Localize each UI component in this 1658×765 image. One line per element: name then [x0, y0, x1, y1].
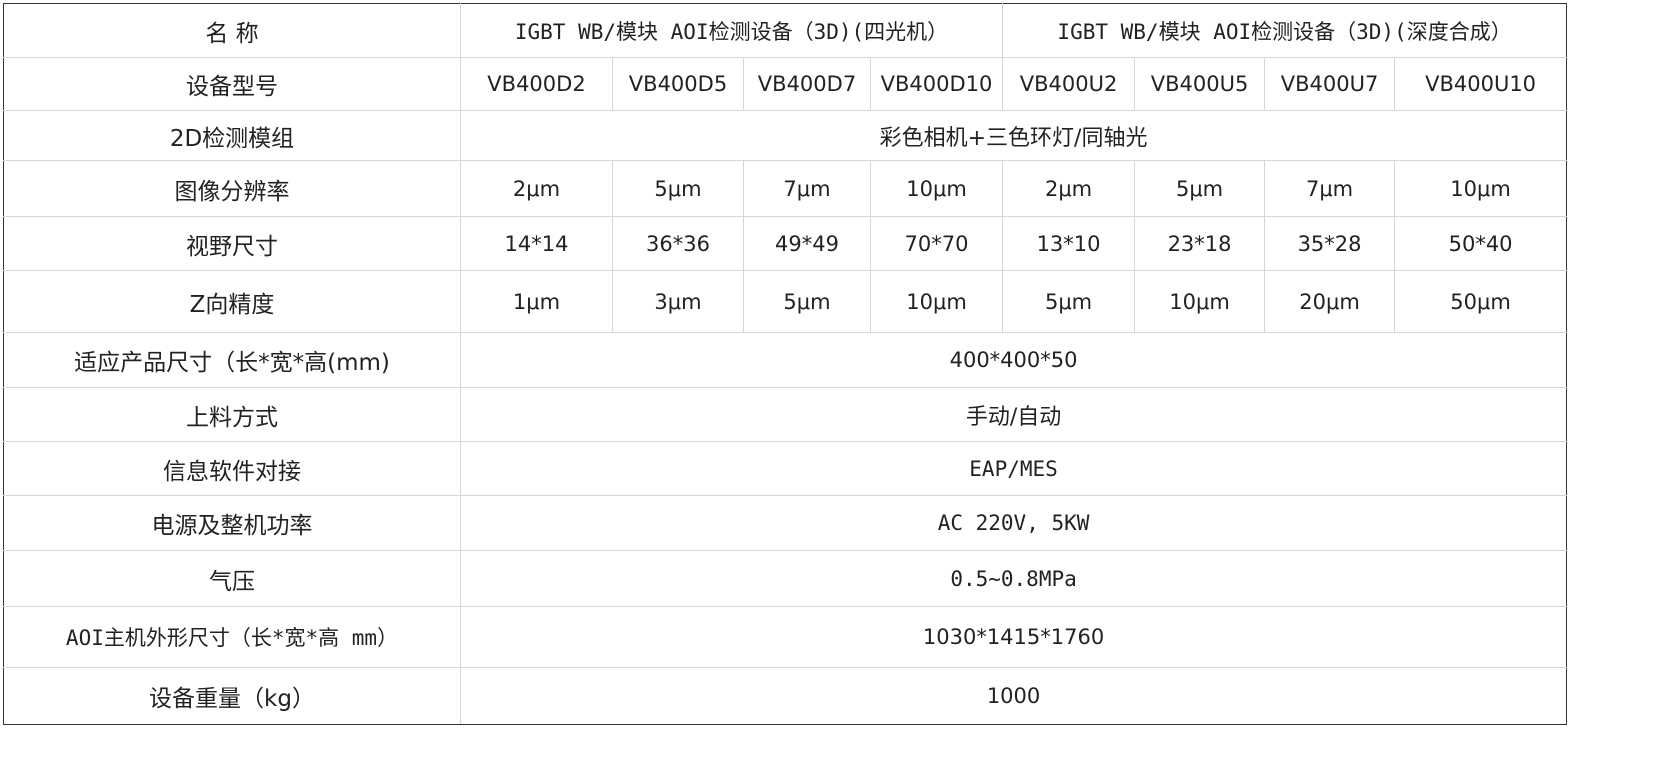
model-label: 设备型号: [3, 57, 461, 111]
z-accuracy-cell: 10μm: [1134, 270, 1266, 333]
model-cell: VB400D2: [460, 57, 613, 111]
fov-cell: 36*36: [612, 216, 744, 271]
group-header-four-light: IGBT WB/模块 AOI检测设备（3D)(四光机）: [459, 3, 1004, 58]
z-accuracy-cell: 5μm: [743, 270, 871, 333]
fov-cell: 23*18: [1134, 216, 1266, 271]
module-2d-label: 2D检测模组: [3, 110, 461, 161]
loading-label: 上料方式: [3, 387, 461, 442]
weight-row: 设备重量（kg） 1000: [3, 667, 1568, 725]
power-value: AC 220V, 5KW: [459, 495, 1568, 551]
resolution-cell: 7μm: [743, 160, 871, 217]
software-label: 信息软件对接: [3, 441, 461, 496]
fov-label: 视野尺寸: [3, 216, 461, 271]
loading-row: 上料方式 手动/自动: [3, 387, 1568, 442]
model-cell: VB400U7: [1264, 57, 1396, 111]
fov-cell: 35*28: [1264, 216, 1396, 271]
resolution-cell: 7μm: [1264, 160, 1396, 217]
z-accuracy-row: Z向精度 1μm 3μm 5μm 10μm 5μm 10μm 20μm 50μm: [3, 270, 1568, 333]
z-accuracy-cell: 10μm: [869, 270, 1004, 333]
fov-cell: 50*40: [1394, 216, 1568, 271]
air-pressure-label: 气压: [3, 550, 461, 607]
software-row: 信息软件对接 EAP/MES: [3, 441, 1568, 496]
fov-cell: 14*14: [460, 216, 613, 271]
fov-cell: 13*10: [1002, 216, 1136, 271]
software-value: EAP/MES: [459, 441, 1568, 496]
model-cell: VB400D10: [869, 57, 1004, 111]
product-size-value: 400*400*50: [459, 332, 1568, 388]
header-label: 名 称: [3, 3, 461, 58]
weight-value: 1000: [459, 667, 1568, 725]
air-pressure-value: 0.5~0.8MPa: [459, 550, 1568, 607]
air-pressure-row: 气压 0.5~0.8MPa: [3, 550, 1568, 607]
model-cell: VB400U10: [1394, 57, 1568, 111]
resolution-cell: 2μm: [460, 160, 613, 217]
fov-row: 视野尺寸 14*14 36*36 49*49 70*70 13*10 23*18…: [3, 216, 1568, 271]
power-row: 电源及整机功率 AC 220V, 5KW: [3, 495, 1568, 551]
z-accuracy-cell: 20μm: [1264, 270, 1396, 333]
resolution-cell: 5μm: [1134, 160, 1266, 217]
resolution-cell: 2μm: [1002, 160, 1136, 217]
model-cell: VB400U5: [1134, 57, 1266, 111]
model-cell: VB400D5: [612, 57, 744, 111]
product-size-label: 适应产品尺寸（长*宽*高(mm): [3, 332, 461, 388]
resolution-cell: 10μm: [1394, 160, 1568, 217]
model-cell: VB400U2: [1002, 57, 1136, 111]
weight-label: 设备重量（kg）: [3, 667, 461, 725]
power-label: 电源及整机功率: [3, 495, 461, 551]
module-2d-row: 2D检测模组 彩色相机+三色环灯/同轴光: [3, 110, 1568, 161]
z-accuracy-cell: 5μm: [1002, 270, 1136, 333]
loading-value: 手动/自动: [459, 387, 1568, 442]
machine-size-value: 1030*1415*1760: [459, 606, 1568, 668]
z-accuracy-cell: 3μm: [612, 270, 744, 333]
model-row: 设备型号 VB400D2 VB400D5 VB400D7 VB400D10 VB…: [3, 57, 1568, 111]
fov-cell: 70*70: [869, 216, 1004, 271]
fov-cell: 49*49: [743, 216, 871, 271]
resolution-cell: 10μm: [869, 160, 1004, 217]
z-accuracy-cell: 50μm: [1394, 270, 1568, 333]
model-cell: VB400D7: [743, 57, 871, 111]
resolution-label: 图像分辨率: [3, 160, 461, 217]
z-accuracy-label: Z向精度: [3, 270, 461, 333]
product-size-row: 适应产品尺寸（长*宽*高(mm) 400*400*50: [3, 332, 1568, 388]
resolution-row: 图像分辨率 2μm 5μm 7μm 10μm 2μm 5μm 7μm 10μm: [3, 160, 1568, 217]
group-header-depth: IGBT WB/模块 AOI检测设备（3D)(深度合成）: [1002, 3, 1568, 58]
machine-size-row: AOI主机外形尺寸（长*宽*高 mm） 1030*1415*1760: [3, 606, 1568, 668]
module-2d-value: 彩色相机+三色环灯/同轴光: [459, 110, 1568, 161]
machine-size-label: AOI主机外形尺寸（长*宽*高 mm）: [3, 606, 461, 668]
header-row: 名 称 IGBT WB/模块 AOI检测设备（3D)(四光机） IGBT WB/…: [3, 3, 1568, 58]
z-accuracy-cell: 1μm: [460, 270, 613, 333]
spec-table: 名 称 IGBT WB/模块 AOI检测设备（3D)(四光机） IGBT WB/…: [3, 3, 1568, 725]
resolution-cell: 5μm: [612, 160, 744, 217]
